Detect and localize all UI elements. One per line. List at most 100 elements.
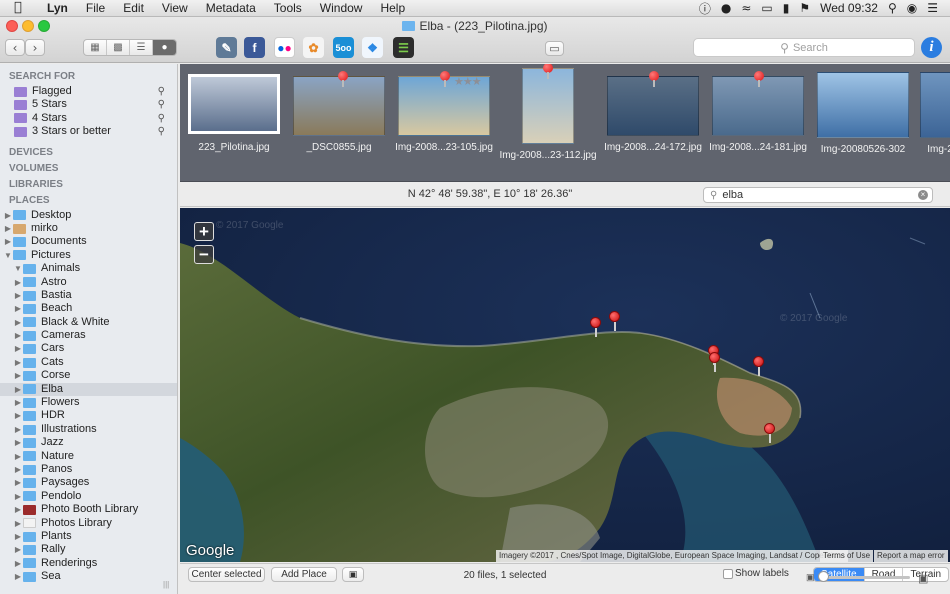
notification-center-icon[interactable]: ☰ bbox=[927, 1, 938, 15]
sidebar-item-corse[interactable]: ▶ Corse bbox=[0, 369, 177, 382]
spotlight-search-icon[interactable]: ⚲ bbox=[888, 1, 897, 15]
disclosure-triangle-icon[interactable]: ▶ bbox=[13, 369, 23, 382]
airplay-icon[interactable]: ▭ bbox=[761, 1, 772, 15]
disclosure-triangle-icon[interactable]: ▶ bbox=[3, 222, 13, 235]
thumbnail-size-knob[interactable] bbox=[818, 571, 829, 582]
saved-search-item[interactable]: Flagged ⚲ bbox=[0, 85, 177, 98]
battery-icon[interactable]: ▮ bbox=[783, 1, 790, 15]
sidebar-item-paysages[interactable]: ▶ Paysages bbox=[0, 476, 177, 489]
disclosure-triangle-icon[interactable]: ▶ bbox=[13, 503, 23, 516]
sidebar-item-jazz[interactable]: ▶ Jazz bbox=[0, 436, 177, 449]
disclosure-triangle-icon[interactable]: ▶ bbox=[13, 490, 23, 503]
disclosure-triangle-icon[interactable]: ▶ bbox=[13, 316, 23, 329]
sidebar-item-desktop[interactable]: ▶ Desktop bbox=[0, 209, 177, 222]
menu-file[interactable]: File bbox=[77, 0, 114, 17]
map-type-road[interactable]: Road bbox=[865, 568, 904, 581]
sidebar-item-mirko[interactable]: ▶ mirko bbox=[0, 222, 177, 235]
sidebar-item-astro[interactable]: ▶ Astro bbox=[0, 276, 177, 289]
disclosure-triangle-icon[interactable]: ▶ bbox=[13, 530, 23, 543]
apple-icon[interactable]:  bbox=[14, 1, 28, 15]
map-search-value[interactable]: elba bbox=[722, 189, 743, 201]
forward-button[interactable]: › bbox=[25, 39, 45, 56]
disclosure-triangle-icon[interactable]: ▶ bbox=[13, 436, 23, 449]
disclosure-triangle-icon[interactable]: ▶ bbox=[13, 289, 23, 302]
disclosure-triangle-icon[interactable]: ▶ bbox=[13, 557, 23, 570]
disclosure-triangle-icon[interactable]: ▶ bbox=[13, 570, 23, 583]
sidebar-item-photo-booth-library[interactable]: ▶ Photo Booth Library bbox=[0, 503, 177, 516]
thumbnail-image[interactable] bbox=[188, 74, 280, 134]
rating-stars[interactable]: ★★★ bbox=[454, 75, 482, 88]
preview-icon[interactable]: ✎ bbox=[216, 37, 237, 58]
sidebar-item-rally[interactable]: ▶ Rally bbox=[0, 543, 177, 556]
flickr-icon[interactable]: ● ● bbox=[274, 37, 295, 58]
disclosure-triangle-icon[interactable]: ▶ bbox=[13, 276, 23, 289]
photo-location-pin[interactable] bbox=[609, 311, 620, 331]
sidebar-item-renderings[interactable]: ▶ Renderings bbox=[0, 557, 177, 570]
sidebar-item-nature[interactable]: ▶ Nature bbox=[0, 450, 177, 463]
photos-icon[interactable]: ✿ bbox=[303, 37, 324, 58]
info-circle-icon[interactable]: ⓘ bbox=[699, 0, 711, 17]
thumbnail-image[interactable] bbox=[920, 72, 950, 138]
disclosure-triangle-icon[interactable]: ▶ bbox=[3, 235, 13, 248]
disclosure-triangle-icon[interactable]: ▶ bbox=[13, 356, 23, 369]
sidebar-resize-handle[interactable]: ||| bbox=[163, 580, 177, 594]
bowler-hat-icon[interactable]: ● bbox=[721, 1, 731, 15]
sidebar-item-panos[interactable]: ▶ Panos bbox=[0, 463, 177, 476]
disclosure-triangle-icon[interactable]: ▶ bbox=[13, 423, 23, 436]
disclosure-triangle-icon[interactable]: ▼ bbox=[3, 249, 13, 262]
wifi-icon[interactable]: ≈ bbox=[741, 1, 751, 15]
search-icon[interactable]: ⚲ bbox=[158, 85, 165, 98]
saved-search-item[interactable]: 5 Stars ⚲ bbox=[0, 98, 177, 111]
sidebar-item-pendolo[interactable]: ▶ Pendolo bbox=[0, 490, 177, 503]
terms-of-use-link[interactable]: Terms of Use bbox=[820, 550, 874, 562]
sidebar-item-cars[interactable]: ▶ Cars bbox=[0, 342, 177, 355]
sidebar-item-illustrations[interactable]: ▶ Illustrations bbox=[0, 423, 177, 436]
preview-toggle-icon[interactable]: ▭ bbox=[545, 41, 564, 56]
sidebar-item-cameras[interactable]: ▶ Cameras bbox=[0, 329, 177, 342]
user-avatar-icon[interactable]: ◉ bbox=[907, 1, 917, 15]
sidebar-item-cats[interactable]: ▶ Cats bbox=[0, 356, 177, 369]
clock[interactable]: Wed 09:32 bbox=[820, 1, 878, 15]
disclosure-triangle-icon[interactable]: ▼ bbox=[13, 262, 23, 275]
disclosure-triangle-icon[interactable]: ▶ bbox=[13, 302, 23, 315]
menu-app[interactable]: Lyn bbox=[38, 0, 77, 17]
evernote-icon[interactable]: ☰ bbox=[393, 37, 414, 58]
sidebar-item-black-white[interactable]: ▶ Black & White bbox=[0, 316, 177, 329]
disclosure-triangle-icon[interactable]: ▶ bbox=[13, 409, 23, 422]
sidebar-item-sea[interactable]: ▶ Sea bbox=[0, 570, 177, 583]
menu-edit[interactable]: Edit bbox=[114, 0, 153, 17]
search-icon[interactable]: ⚲ bbox=[158, 125, 165, 138]
thumbnail-image[interactable] bbox=[817, 72, 909, 138]
photo-location-pin[interactable] bbox=[709, 352, 720, 372]
thumbnail-image[interactable] bbox=[522, 68, 574, 144]
dropbox-icon[interactable]: ❖ bbox=[362, 37, 383, 58]
zoom-in-button[interactable]: + bbox=[194, 222, 214, 241]
list-view-icon[interactable]: ☰ bbox=[130, 40, 153, 55]
facebook-icon[interactable]: f bbox=[244, 37, 265, 58]
disclosure-triangle-icon[interactable]: ▶ bbox=[13, 463, 23, 476]
sidebar-item-elba[interactable]: ▶ Elba bbox=[0, 382, 177, 397]
map-search-field[interactable]: ⚲ elba × bbox=[703, 187, 933, 203]
disclosure-triangle-icon[interactable]: ▶ bbox=[13, 396, 23, 409]
sidebar-item-photos-library[interactable]: ▶ Photos Library bbox=[0, 517, 177, 530]
disclosure-triangle-icon[interactable]: ▶ bbox=[3, 209, 13, 222]
menu-help[interactable]: Help bbox=[371, 0, 414, 17]
disclosure-triangle-icon[interactable]: ▶ bbox=[13, 450, 23, 463]
disclosure-triangle-icon[interactable]: ▶ bbox=[13, 329, 23, 342]
search-field[interactable]: ⚲ Search bbox=[693, 38, 915, 57]
sidebar-item-bastia[interactable]: ▶ Bastia bbox=[0, 289, 177, 302]
grid-view-icon[interactable]: ▦ bbox=[84, 40, 107, 55]
sidebar-item-hdr[interactable]: ▶ HDR bbox=[0, 409, 177, 422]
flag-icon[interactable]: ⚑ bbox=[799, 1, 810, 15]
disclosure-triangle-icon[interactable]: ▶ bbox=[13, 383, 23, 396]
report-map-error-link[interactable]: Report a map error bbox=[874, 550, 948, 562]
disclosure-triangle-icon[interactable]: ▶ bbox=[13, 517, 23, 530]
compare-view-icon[interactable]: ▩ bbox=[107, 40, 130, 55]
menu-tools[interactable]: Tools bbox=[265, 0, 311, 17]
disclosure-triangle-icon[interactable]: ▶ bbox=[13, 476, 23, 489]
sidebar-item-plants[interactable]: ▶ Plants bbox=[0, 530, 177, 543]
sidebar-item-animals[interactable]: ▼ Animals bbox=[0, 262, 177, 275]
thumbnail-size-slider[interactable] bbox=[822, 576, 910, 579]
menu-metadata[interactable]: Metadata bbox=[197, 0, 265, 17]
saved-search-item[interactable]: 4 Stars ⚲ bbox=[0, 112, 177, 125]
